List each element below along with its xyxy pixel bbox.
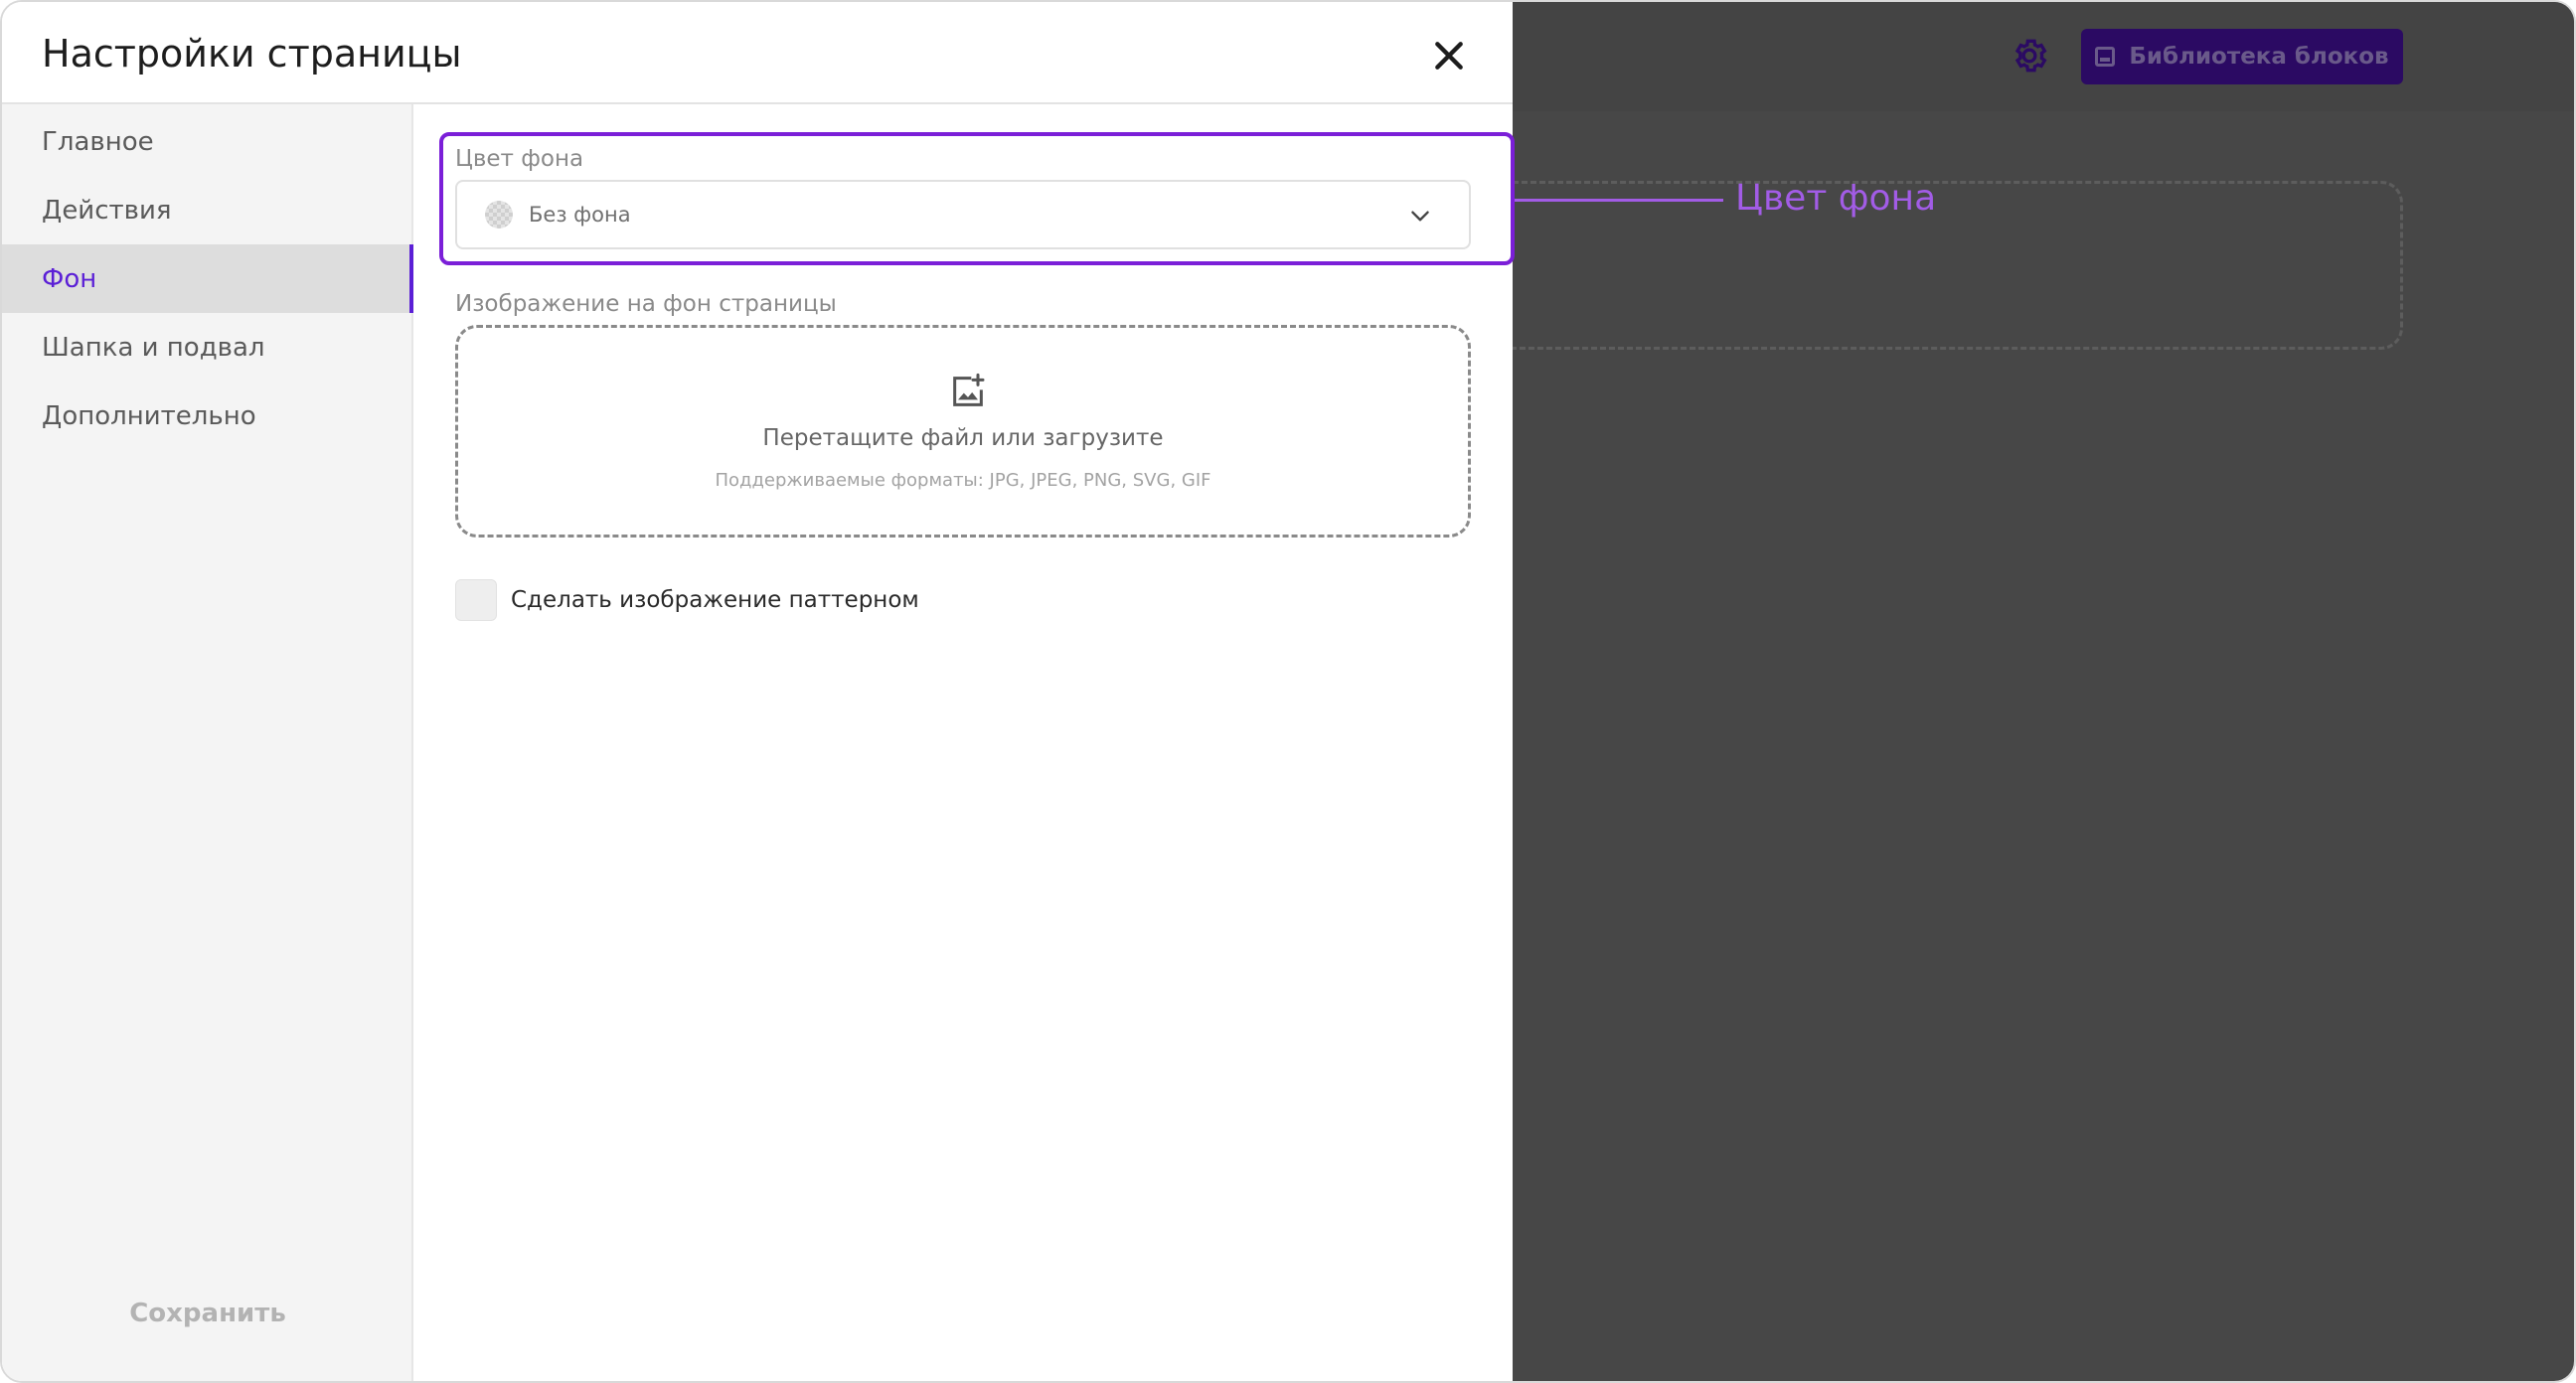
background-color-value: Без фона [529,203,631,227]
sidebar-item-actions[interactable]: Действия [2,176,413,244]
settings-content: Цвет фона Без фона Изображение на фон ст… [413,104,1515,1381]
sidebar-item-header-footer[interactable]: Шапка и подвал [2,313,413,382]
app-frame: Библиотека блоков Цвет фона Настройки ст… [0,0,2576,1383]
modal-header: Настройки страницы [2,2,1513,104]
sidebar-item-background[interactable]: Фон [2,244,413,313]
block-library-label: Библиотека блоков [2129,44,2389,70]
pattern-checkbox[interactable] [455,579,497,621]
sidebar-item-main[interactable]: Главное [2,107,413,176]
settings-sidebar: Главное Действия Фон Шапка и подвал Допо… [2,104,413,1381]
close-icon[interactable] [1429,36,1469,76]
image-dropzone[interactable]: Перетащите файл или загрузите Поддержива… [455,325,1471,538]
gear-icon[interactable] [2010,36,2049,76]
block-library-button[interactable]: Библиотека блоков [2081,29,2403,84]
color-field-label: Цвет фона [455,146,584,172]
annotation-label: Цвет фона [1735,178,1937,219]
sidebar-item-label: Дополнительно [42,400,256,431]
chevron-down-icon [1411,211,1429,222]
image-field-label: Изображение на фон страницы [455,291,837,317]
pattern-option: Сделать изображение паттерном [455,579,919,621]
sidebar-item-label: Действия [42,195,172,226]
modal-title: Настройки страницы [42,32,462,76]
image-add-icon [953,373,985,406]
sidebar-item-label: Шапка и подвал [42,332,265,363]
pattern-checkbox-label: Сделать изображение паттерном [511,587,919,613]
transparent-swatch-icon [485,201,513,229]
sidebar-item-additional[interactable]: Дополнительно [2,382,413,450]
annotation-line [1497,199,1723,202]
dropzone-formats: Поддерживаемые форматы: JPG, JPEG, PNG, … [715,470,1211,491]
dropzone-text: Перетащите файл или загрузите [762,425,1164,451]
editor-backdrop: Библиотека блоков [1513,2,2574,1381]
page-settings-modal: Настройки страницы Главное Действия Фон … [2,2,1515,1381]
background-color-select[interactable]: Без фона [455,180,1471,249]
sidebar-item-label: Главное [42,126,154,157]
library-icon [2095,47,2116,67]
save-button[interactable]: Сохранить [2,1287,413,1340]
sidebar-item-label: Фон [42,263,97,294]
block-placeholder [1513,181,2403,350]
